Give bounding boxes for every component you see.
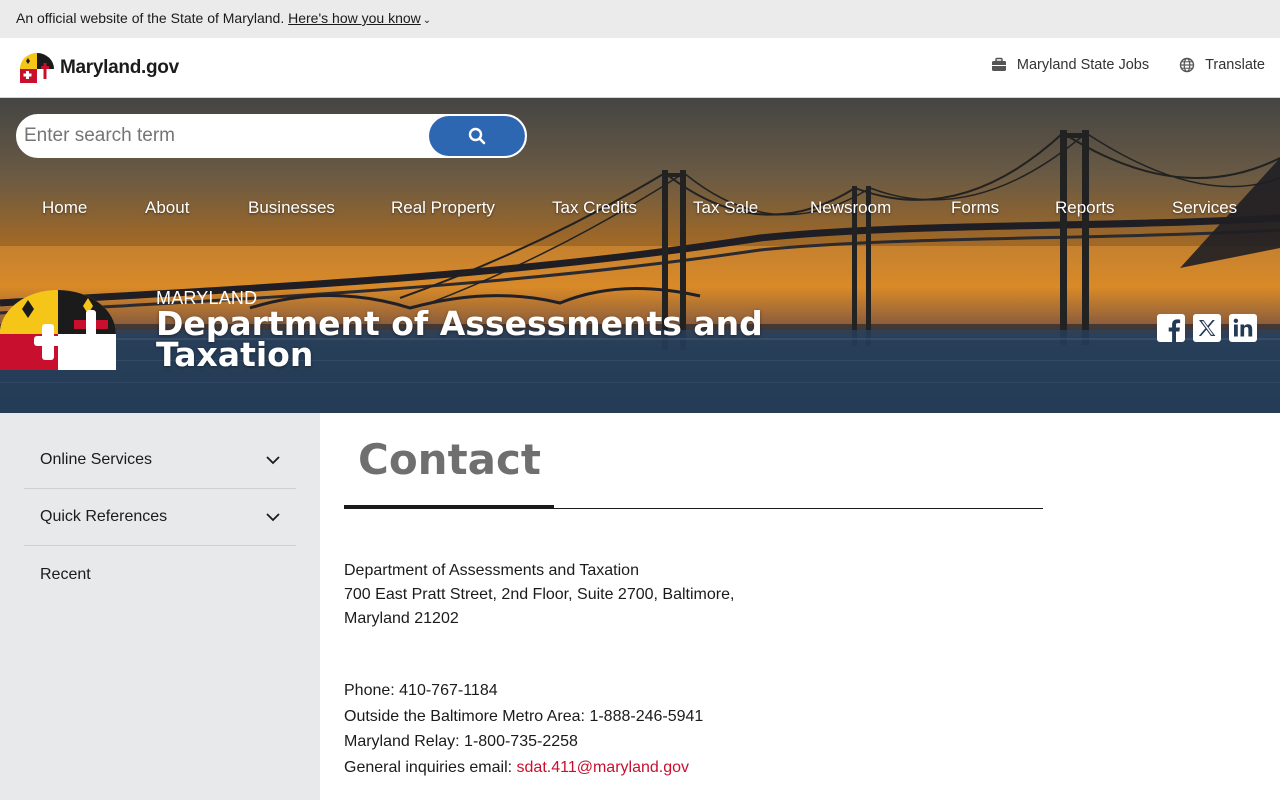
briefcase-icon	[991, 57, 1006, 71]
sidebar: Online Services Quick References Recent	[0, 413, 320, 800]
facebook-icon[interactable]	[1157, 314, 1185, 342]
maryland-flag-emblem-icon	[0, 290, 116, 370]
nav-reports[interactable]: Reports	[1055, 198, 1115, 218]
page-title: Contact	[358, 435, 541, 484]
nav-about[interactable]: About	[145, 198, 189, 218]
social-links	[1157, 314, 1257, 342]
sidebar-item-label: Quick References	[40, 508, 168, 525]
nav-tax-credits[interactable]: Tax Credits	[552, 198, 637, 218]
address-line: Department of Assessments and Taxation	[344, 562, 639, 579]
maryland-gov-logo[interactable]: Maryland.gov	[16, 53, 179, 83]
how-you-know-link[interactable]: Here's how you know	[288, 10, 421, 26]
nav-real-property[interactable]: Real Property	[391, 198, 495, 218]
brand-name: Maryland.gov	[60, 57, 179, 78]
x-twitter-icon[interactable]	[1193, 314, 1221, 342]
nav-home[interactable]: Home	[42, 198, 87, 218]
linkedin-icon[interactable]	[1229, 314, 1257, 342]
chevron-down-icon[interactable]	[264, 451, 282, 469]
sidebar-item-label: Online Services	[40, 451, 153, 468]
translate-label: Translate	[1205, 57, 1265, 73]
nav-tax-sale[interactable]: Tax Sale	[693, 198, 758, 218]
nav-services[interactable]: Services	[1172, 198, 1237, 218]
sidebar-item-online-services[interactable]: Online Services	[24, 432, 296, 489]
contact-numbers: Phone: 410-767-1184 Outside the Baltimor…	[344, 678, 703, 780]
sidebar-menu: Online Services Quick References Recent	[24, 435, 296, 603]
email-link[interactable]: sdat.411@maryland.gov	[517, 759, 689, 776]
official-banner: An official website of the State of Mary…	[0, 0, 1280, 38]
globe-icon	[1179, 57, 1195, 73]
address-block: Department of Assessments and Taxation 7…	[344, 559, 734, 631]
maryland-flag-icon	[20, 53, 54, 83]
phone-line: Phone: 410-767-1184	[344, 682, 498, 699]
search-button[interactable]	[429, 116, 525, 156]
utility-links: Maryland State Jobs Translate	[991, 57, 1265, 73]
nav-businesses[interactable]: Businesses	[248, 198, 335, 218]
sidebar-item-quick-references[interactable]: Quick References	[24, 489, 296, 546]
relay-line: Maryland Relay: 1-800-735-2258	[344, 733, 578, 750]
nav-forms[interactable]: Forms	[951, 198, 999, 218]
search-input[interactable]	[18, 116, 429, 156]
site-header: Maryland.gov Maryland State Jobs Transla…	[0, 38, 1280, 98]
search-icon	[468, 127, 486, 145]
sidebar-item-recent[interactable]: Recent	[24, 546, 296, 603]
address-line: Maryland 21202	[344, 610, 459, 627]
state-jobs-link[interactable]: Maryland State Jobs	[991, 57, 1149, 73]
translate-link[interactable]: Translate	[1179, 57, 1265, 73]
address-line: 700 East Pratt Street, 2nd Floor, Suite …	[344, 586, 735, 603]
email-label: General inquiries email:	[344, 758, 513, 776]
nav-newsroom[interactable]: Newsroom	[810, 198, 891, 218]
title-accent-bar	[344, 505, 554, 509]
chevron-down-icon[interactable]	[264, 508, 282, 526]
state-jobs-label: Maryland State Jobs	[1016, 57, 1150, 73]
hero-banner: Home About Businesses Real Property Tax …	[0, 98, 1280, 413]
email-line: General inquiries email: sdat.411@maryla…	[344, 755, 703, 781]
chevron-down-icon[interactable]: ⌄	[423, 15, 431, 26]
agency-title[interactable]: Department of Assessments and Taxation	[156, 307, 856, 371]
sidebar-item-label: Recent	[40, 565, 91, 583]
search-form	[16, 114, 527, 158]
official-text: An official website of the State of Mary…	[16, 10, 285, 26]
outside-metro-line: Outside the Baltimore Metro Area: 1-888-…	[344, 707, 704, 725]
